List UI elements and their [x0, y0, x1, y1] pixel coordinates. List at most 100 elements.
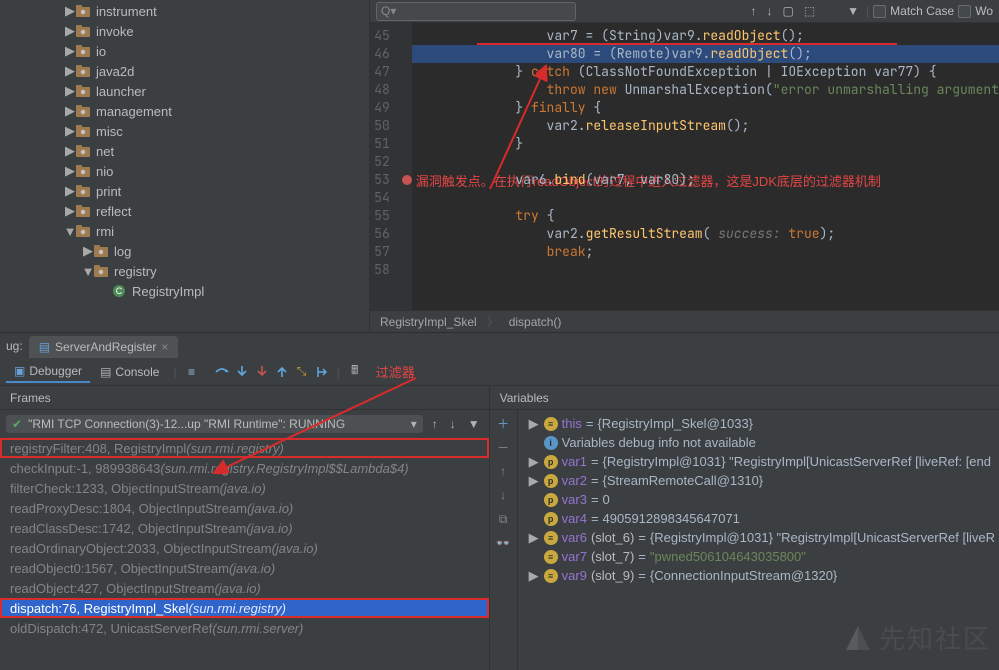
expand-icon[interactable]: ▶	[528, 473, 540, 489]
code-line-55[interactable]: try {	[412, 207, 999, 225]
variable-row[interactable]: pvar3 = 0	[522, 490, 995, 509]
tree-item-registry[interactable]: ▼registry	[0, 261, 369, 281]
editor: Q▾ ↑ ↓ ▢ ⬚ ▼ | Match Case Wo 45464748495…	[370, 0, 999, 332]
code-line-47[interactable]: } catch (ClassNotFoundException | IOExce…	[412, 63, 999, 81]
force-step-into-icon[interactable]	[253, 363, 271, 381]
step-over-icon[interactable]	[213, 363, 231, 381]
code-line-57[interactable]: break;	[412, 243, 999, 261]
breadcrumb-class[interactable]: RegistryImpl_Skel	[380, 315, 477, 329]
line-gutter[interactable]: 4546474849505152535455565758	[370, 23, 402, 310]
tree-item-nio[interactable]: ▶nio	[0, 161, 369, 181]
next-match-icon[interactable]: ↓	[763, 2, 775, 20]
code-line-54[interactable]	[412, 189, 999, 207]
tab-console[interactable]: ▤ Console	[92, 362, 167, 382]
tab-debugger[interactable]: ▣ Debugger	[6, 361, 90, 383]
chevron-down-icon: ▼	[82, 264, 94, 279]
find-filter-icon[interactable]: ▢	[779, 2, 796, 20]
tree-item-io[interactable]: ▶io	[0, 41, 369, 61]
prev-frame-icon[interactable]: ↑	[429, 417, 441, 431]
add-watch-icon[interactable]: ＋	[494, 414, 512, 432]
editor-breadcrumb[interactable]: RegistryImpl_Skel 〉 dispatch()	[370, 310, 999, 332]
project-tree[interactable]: ▶instrument▶invoke▶io▶java2d▶launcher▶ma…	[0, 0, 370, 332]
frame-item[interactable]	[0, 638, 489, 658]
filter-icon[interactable]: ▼	[844, 2, 862, 20]
tree-item-log[interactable]: ▶log	[0, 241, 369, 261]
code-line-52[interactable]	[412, 153, 999, 171]
variable-row[interactable]: ▶pvar1 = {RegistryImpl@1031} "RegistryIm…	[522, 452, 995, 471]
frame-item[interactable]: readClassDesc:1742, ObjectInputStream (j…	[0, 518, 489, 538]
tree-item-rmi[interactable]: ▼rmi	[0, 221, 369, 241]
expand-icon[interactable]: ▶	[528, 454, 540, 470]
thread-icon[interactable]: ≡	[183, 363, 201, 381]
run-config-tab[interactable]: ▤ ServerAndRegister ×	[29, 336, 179, 358]
run-to-cursor-icon[interactable]	[313, 363, 331, 381]
code-line-51[interactable]: }	[412, 135, 999, 153]
prev-match-icon[interactable]: ↑	[747, 2, 759, 20]
select-all-icon[interactable]: ⬚	[801, 2, 818, 20]
frame-item[interactable]: oldDispatch:472, UnicastServerRef (sun.r…	[0, 618, 489, 638]
watch-up-icon[interactable]: ↑	[494, 462, 512, 480]
match-case-checkbox[interactable]	[873, 5, 886, 18]
tree-item-instrument[interactable]: ▶instrument	[0, 1, 369, 21]
code-line-58[interactable]	[412, 261, 999, 279]
code-line-45[interactable]: var7 = (String)var9.readObject();	[412, 27, 999, 45]
thread-selector[interactable]: ✔ "RMI TCP Connection(3)-12...up "RMI Ru…	[6, 415, 423, 433]
variable-row[interactable]: ▶≡var6 (slot_6) = {RegistryImpl@1031} "R…	[522, 528, 995, 547]
frame-item[interactable]: checkInput:-1, 989938643 (sun.rmi.regist…	[0, 458, 489, 478]
frame-item[interactable]: registryFilter:408, RegistryImpl (sun.rm…	[0, 438, 489, 458]
tree-item-net[interactable]: ▶net	[0, 141, 369, 161]
tree-item-launcher[interactable]: ▶launcher	[0, 81, 369, 101]
tree-item-print[interactable]: ▶print	[0, 181, 369, 201]
frame-item[interactable]: readObject:427, ObjectInputStream (java.…	[0, 578, 489, 598]
tree-item-label: java2d	[96, 64, 134, 79]
step-into-icon[interactable]	[233, 363, 251, 381]
variable-row[interactable]: ▶≡this = {RegistryImpl_Skel@1033}	[522, 414, 995, 433]
variable-row[interactable]: ▶pvar2 = {StreamRemoteCall@1310}	[522, 471, 995, 490]
chevron-down-icon: ▼	[64, 224, 76, 239]
next-frame-icon[interactable]: ↓	[447, 417, 459, 431]
expand-icon[interactable]: ▶	[528, 530, 540, 546]
tree-item-management[interactable]: ▶management	[0, 101, 369, 121]
code-line-49[interactable]: } finally {	[412, 99, 999, 117]
breakpoint-icon[interactable]	[402, 175, 412, 185]
words-checkbox[interactable]	[958, 5, 971, 18]
watch-down-icon[interactable]: ↓	[494, 486, 512, 504]
expand-icon[interactable]: ▶	[528, 568, 540, 584]
frame-item[interactable]: readOrdinaryObject:2033, ObjectInputStre…	[0, 538, 489, 558]
copy-icon[interactable]: ⧉	[494, 510, 512, 528]
frames-list[interactable]: registryFilter:408, RegistryImpl (sun.rm…	[0, 438, 489, 670]
code-line-53[interactable]: var6.bind(var7, var80);	[412, 171, 999, 189]
tree-item-reflect[interactable]: ▶reflect	[0, 201, 369, 221]
glasses-icon[interactable]: 👓	[494, 534, 512, 552]
tree-item-misc[interactable]: ▶misc	[0, 121, 369, 141]
frame-item[interactable]: dispatch:76, RegistryImpl_Skel (sun.rmi.…	[0, 598, 489, 618]
drop-frame-icon[interactable]: ⤡	[293, 363, 311, 381]
evaluate-icon[interactable]: 🖩	[346, 363, 364, 381]
variable-row[interactable]: pvar4 = 4905912898345647071	[522, 509, 995, 528]
find-input[interactable]: Q▾	[376, 2, 576, 21]
breadcrumb-method[interactable]: dispatch()	[509, 315, 562, 329]
frame-item[interactable]: readProxyDesc:1804, ObjectInputStream (j…	[0, 498, 489, 518]
code-line-56[interactable]: var2.getResultStream( success: true);	[412, 225, 999, 243]
code-line-46[interactable]: var80 = (Remote)var9.readObject();	[412, 45, 999, 63]
variable-row[interactable]: ≡var7 (slot_7) = "pwned506104643035800"	[522, 547, 995, 566]
code-line-48[interactable]: throw new UnmarshalException("error unma…	[412, 81, 999, 99]
tree-item-invoke[interactable]: ▶invoke	[0, 21, 369, 41]
breakpoint-gutter[interactable]	[402, 23, 412, 310]
variable-row[interactable]: iVariables debug info not available	[522, 433, 995, 452]
step-out-icon[interactable]	[273, 363, 291, 381]
tree-item-label: misc	[96, 124, 123, 139]
package-icon	[76, 24, 92, 38]
code-area[interactable]: 漏洞触发点。在执行readObject的过程中进入过滤器，这是JDK底层的过滤器…	[412, 23, 999, 310]
variable-row[interactable]: ▶≡var9 (slot_9) = {ConnectionInputStream…	[522, 566, 995, 585]
expand-icon[interactable]: ▶	[528, 416, 540, 432]
code-line-50[interactable]: var2.releaseInputStream();	[412, 117, 999, 135]
frames-filter-icon[interactable]: ▼	[465, 417, 483, 431]
tree-item-java2d[interactable]: ▶java2d	[0, 61, 369, 81]
frame-item[interactable]: filterCheck:1233, ObjectInputStream (jav…	[0, 478, 489, 498]
close-icon[interactable]: ×	[161, 340, 168, 354]
frame-item[interactable]: readObject0:1567, ObjectInputStream (jav…	[0, 558, 489, 578]
tree-item-registryimpl[interactable]: CRegistryImpl	[0, 281, 369, 301]
remove-watch-icon[interactable]: －	[494, 438, 512, 456]
variables-tree[interactable]: ▶≡this = {RegistryImpl_Skel@1033}iVariab…	[518, 410, 999, 670]
